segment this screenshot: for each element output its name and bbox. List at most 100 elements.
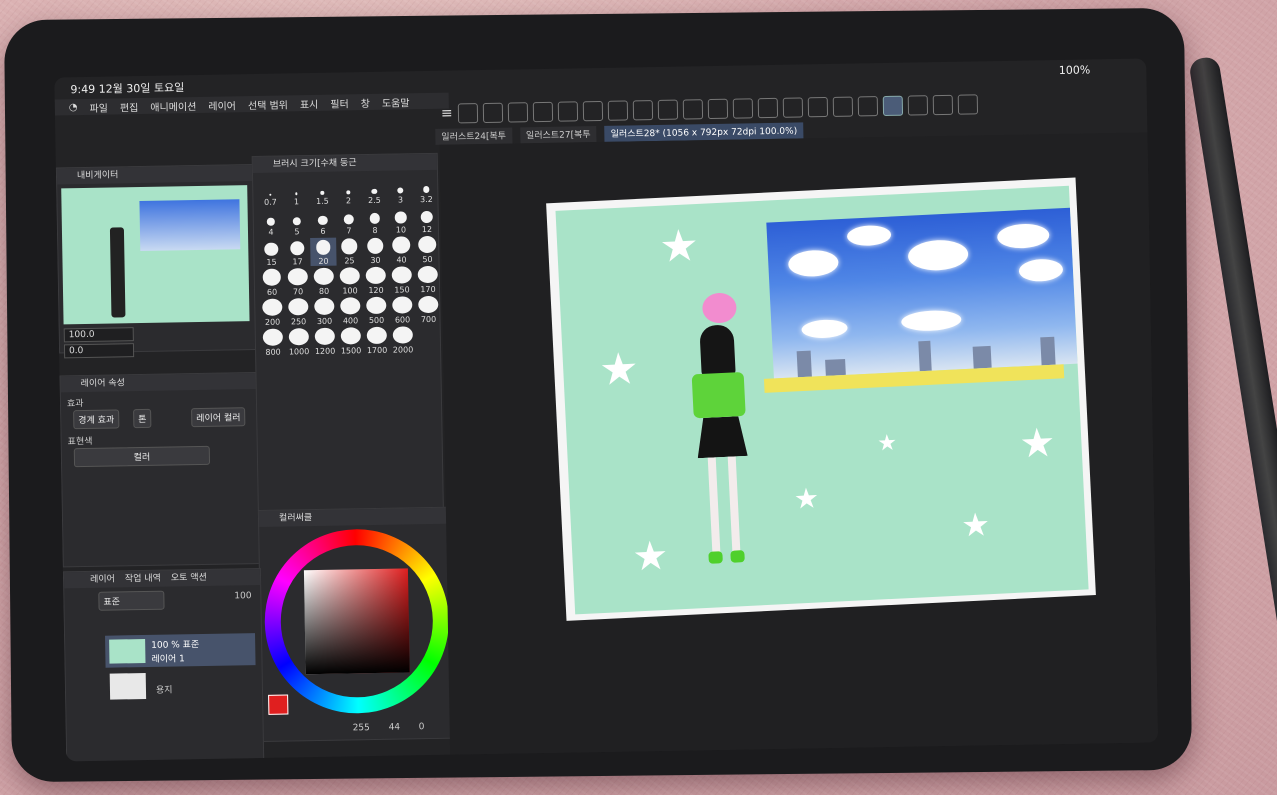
canvas-area[interactable]: ★ ★ ★ ★ ★ ★ ★ [439,132,1159,755]
brush-size-option[interactable]: 800 [260,328,286,357]
brush-size-option[interactable]: 1 [283,178,309,206]
menu-file[interactable]: 파일 [89,99,108,114]
export-psd-icon[interactable] [607,100,628,121]
brush-size-option[interactable]: 5 [284,208,310,236]
export-jpg-icon[interactable] [582,100,603,122]
brush-size-option[interactable]: 6 [310,208,336,236]
brush-size-option[interactable]: 60 [259,268,285,297]
menu-animation[interactable]: 애니메이션 [150,98,196,114]
save-icon[interactable] [532,101,553,123]
clip-studio-icon[interactable] [457,103,478,124]
export-png-icon[interactable] [557,101,578,122]
navigator-preview[interactable] [61,185,250,325]
brush-size-option[interactable]: 50 [414,235,440,264]
expression-color-select[interactable]: 컬러 [73,445,211,468]
user-icon[interactable] [932,94,953,116]
tab-illust27[interactable]: 일러스트27[복투 [519,126,597,144]
menu-help[interactable]: 도움말 [382,94,410,109]
layer-name: 레이어 1 [151,654,185,665]
clear-icon[interactable] [782,97,803,118]
zoom-field[interactable]: 100.0 [63,327,134,343]
tab-illust24[interactable]: 일러스트24[복투 [435,127,513,145]
brush-size-option[interactable]: 20 [310,237,337,267]
brush-size-option[interactable]: 150 [389,266,415,295]
brush-size-option[interactable]: 1700 [364,326,390,355]
brush-size-option[interactable]: 120 [363,266,389,295]
brush-size-label: 600 [394,315,411,325]
brush-size-option[interactable]: 40 [388,236,414,265]
menu-selection[interactable]: 선택 범위 [248,96,288,112]
brush-size-option[interactable]: 4 [258,209,284,237]
brush-size-option[interactable]: 2.5 [361,177,387,205]
brush-size-option[interactable]: 250 [285,298,311,326]
hue-ring[interactable] [263,527,451,715]
brush-size-option[interactable]: 1200 [312,327,338,356]
layer-color-button[interactable]: 레이어 컬러 [191,407,246,428]
brush-size-option[interactable]: 1500 [338,327,364,356]
brush-size-option[interactable]: 7 [336,207,362,235]
brush-size-option[interactable]: 30 [362,237,388,265]
brush-size-option[interactable]: 700 [415,295,441,324]
help-icon[interactable] [957,94,978,115]
angle-field[interactable]: 0.0 [63,343,135,359]
blend-mode-select[interactable]: 표준 [98,590,165,611]
tone-button[interactable]: 톤 [133,408,152,429]
fill-icon[interactable] [732,98,753,119]
menu-filter[interactable]: 필터 [330,95,349,110]
pencil-tool-icon[interactable] [907,95,928,116]
pen-tool-icon[interactable] [857,96,878,117]
brush-size-label: 12 [421,224,433,235]
brush-size-dot [288,298,309,316]
brush-size-option[interactable]: 100 [337,267,363,295]
copy-icon[interactable] [707,98,728,120]
border-effect-button[interactable]: 경계 효과 [73,409,120,430]
brush-size-option[interactable]: 25 [336,237,362,265]
brush-size-option[interactable]: 8 [362,207,388,235]
tab-history[interactable]: 작업 내역 [125,571,161,588]
saturation-value-square[interactable] [303,568,410,675]
tab-layer[interactable]: 레이어 [90,572,115,588]
brush-size-option[interactable]: 300 [311,297,337,326]
menu-layer[interactable]: 레이어 [208,97,236,112]
opacity-value[interactable]: 100 [234,591,251,601]
menu-edit[interactable]: 편집 [120,99,139,114]
brush-tool-icon[interactable] [882,95,903,117]
select-all-icon[interactable] [832,96,853,117]
brush-size-option[interactable]: 600 [389,296,415,325]
menu-window[interactable]: 창 [361,94,370,109]
brush-size-option[interactable]: 170 [415,265,441,294]
hamburger-icon[interactable]: ≡ [441,106,453,122]
brush-size-option[interactable]: 3.2 [413,176,439,204]
redo-icon[interactable] [657,99,678,120]
fill-selection-icon[interactable] [807,97,828,118]
brush-size-option[interactable]: 17 [284,238,310,266]
new-file-icon[interactable] [482,102,503,124]
brush-size-option[interactable]: 80 [311,267,337,296]
brush-size-option[interactable]: 500 [363,296,389,325]
main-color-swatch[interactable] [268,694,289,715]
menu-view[interactable]: 표시 [300,95,319,110]
app-logo-icon[interactable]: ◔ [69,102,78,113]
paper-layer-row[interactable]: 용지 [106,669,257,702]
loading-icon[interactable] [682,99,703,120]
brush-size-option[interactable]: 12 [414,206,440,234]
brush-size-option[interactable]: 15 [258,239,284,267]
brush-size-option[interactable]: 400 [337,297,363,325]
transform-icon[interactable] [757,97,778,119]
brush-size-option[interactable]: 70 [285,268,311,296]
brush-size-label: 3.2 [420,194,433,205]
brush-size-option[interactable]: 0.7 [257,179,283,207]
brush-size-option[interactable]: 200 [259,298,285,327]
building [918,340,932,372]
brush-size-option[interactable]: 10 [388,206,414,235]
brush-size-dot [366,326,387,345]
brush-size-option[interactable]: 2000 [390,326,416,355]
brush-size-option[interactable]: 1.5 [309,178,335,206]
brush-size-option[interactable]: 1000 [286,328,312,356]
tab-auto-action[interactable]: 오토 액션 [171,570,207,587]
brush-size-option[interactable]: 3 [387,176,413,205]
open-file-icon[interactable] [507,102,528,123]
layer-row[interactable]: 100 % 표준 레이어 1 [105,633,256,668]
brush-size-option[interactable]: 2 [335,177,361,205]
undo-icon[interactable] [632,100,653,121]
